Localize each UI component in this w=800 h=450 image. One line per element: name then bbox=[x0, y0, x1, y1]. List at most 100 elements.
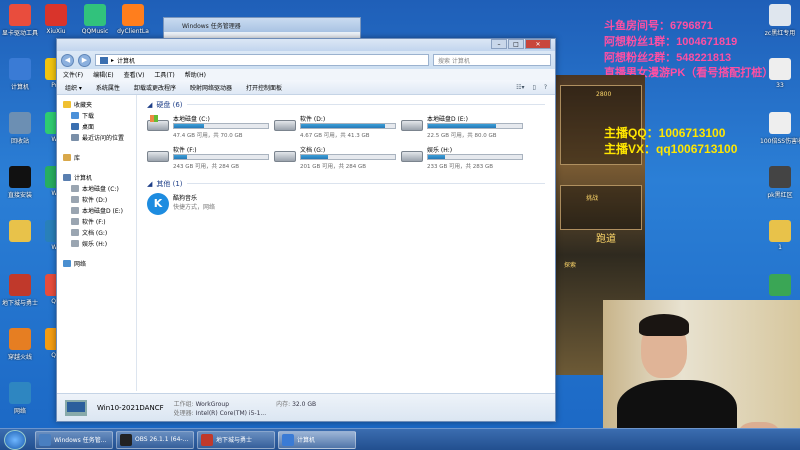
toolbar-button[interactable]: 系统属性 bbox=[96, 83, 120, 92]
desktop-app-icon bbox=[84, 4, 106, 26]
desktop-icon[interactable]: QQMusic bbox=[75, 4, 115, 35]
search-input[interactable]: 搜索 计算机 bbox=[433, 54, 551, 66]
drive-usage-bar bbox=[427, 154, 523, 160]
nav-item[interactable]: 文档 (G:) bbox=[63, 227, 136, 238]
drive-item[interactable]: 本地磁盘 (C:) 47.4 GB 可用，共 70.0 GB bbox=[147, 114, 274, 139]
explorer-titlebar[interactable]: – □ ✕ bbox=[57, 39, 555, 51]
desktop-icon[interactable]: 回收站 bbox=[0, 112, 40, 145]
nav-item[interactable]: 软件 (F:) bbox=[63, 216, 136, 227]
view-options-icon[interactable]: ☷▾ bbox=[516, 84, 524, 91]
command-bar: 组织 ▾ 系统属性 卸载或更改程序 映射网络驱动器 打开控制面板 ☷▾ ▯ ? bbox=[57, 80, 555, 95]
desktop-icon[interactable]: zc黑红专用 bbox=[760, 4, 800, 37]
nav-item[interactable]: 网络 bbox=[63, 258, 136, 269]
drive-name: 文档 (G:) bbox=[300, 147, 326, 154]
desktop-icon[interactable] bbox=[760, 274, 800, 298]
nav-item[interactable]: 本地磁盘 (C:) bbox=[63, 183, 136, 194]
menu-item[interactable]: 文件(F) bbox=[63, 70, 83, 79]
nav-item[interactable]: 桌面 bbox=[63, 121, 136, 132]
toolbar-button[interactable]: 组织 ▾ bbox=[65, 83, 82, 92]
hard-drive-icon bbox=[147, 115, 169, 131]
nav-item[interactable]: 收藏夹 bbox=[63, 99, 136, 110]
overlay-room-number: 斗鱼房间号：6796871 bbox=[604, 20, 713, 32]
drive-item[interactable]: 软件 (F:) 243 GB 可用，共 284 GB bbox=[147, 145, 274, 170]
desktop-icon[interactable]: 直接安装 bbox=[0, 166, 40, 199]
drive-item[interactable]: 软件 (D:) 4.67 GB 可用，共 41.3 GB bbox=[274, 114, 401, 139]
desktop-icon[interactable]: XiuXiu bbox=[36, 4, 76, 35]
desktop-icon[interactable]: 穿越火线 bbox=[0, 328, 40, 361]
app-name: 酷狗音乐 bbox=[173, 195, 198, 202]
memory-value: 32.0 GB bbox=[292, 400, 317, 408]
desktop-icon-label: 直接安装 bbox=[7, 192, 32, 199]
cpu-key: 处理器: bbox=[173, 409, 194, 417]
address-bar[interactable]: ▸ 计算机 bbox=[95, 54, 429, 66]
toolbar-button[interactable]: 映射网络驱动器 bbox=[190, 83, 232, 92]
nav-item-label: 文档 (G:) bbox=[82, 230, 108, 237]
drives-group-header[interactable]: ◢ 硬盘 (6) bbox=[147, 99, 545, 110]
menu-item[interactable]: 查看(V) bbox=[124, 70, 145, 79]
nav-item[interactable]: 下载 bbox=[63, 110, 136, 121]
taskbar-button[interactable]: OBS 26.1.1 (64-... bbox=[116, 430, 194, 449]
drive-item[interactable]: 文档 (G:) 201 GB 可用，共 284 GB bbox=[274, 145, 401, 170]
desktop-icon[interactable]: pk黑红区 bbox=[760, 166, 800, 199]
desktop-icon-label: dyClientLa bbox=[117, 28, 149, 35]
preview-pane-icon[interactable]: ▯ bbox=[533, 84, 536, 91]
hard-drive-icon bbox=[147, 151, 169, 162]
toolbar-button[interactable]: 打开控制面板 bbox=[246, 83, 282, 92]
menu-item[interactable]: 帮助(H) bbox=[185, 70, 206, 79]
taskbar-button[interactable]: Windows 任务管... bbox=[35, 430, 113, 449]
drives-group-label: 硬盘 (6) bbox=[156, 100, 183, 109]
drive-info: 文档 (G:) 201 GB 可用，共 284 GB bbox=[300, 145, 396, 170]
drive-usage-bar bbox=[173, 123, 269, 129]
minimize-button[interactable]: – bbox=[491, 39, 507, 49]
start-button[interactable] bbox=[4, 429, 26, 450]
nav-item[interactable]: 本地磁盘D (E:) bbox=[63, 205, 136, 216]
menu-item[interactable]: 编辑(E) bbox=[93, 70, 113, 79]
forward-button[interactable]: ▶ bbox=[78, 53, 91, 67]
desktop-icon[interactable]: 显卡驱动工具 bbox=[0, 4, 40, 37]
drives-grid: 本地磁盘 (C:) 47.4 GB 可用，共 70.0 GB 软件 (D:) 4.67… bbox=[147, 114, 545, 170]
desktop-app-icon bbox=[9, 58, 31, 80]
desktop-icon[interactable]: 1 bbox=[760, 220, 800, 251]
nav-item-icon bbox=[71, 218, 79, 225]
desktop-app-icon bbox=[9, 112, 31, 134]
maximize-button[interactable]: □ bbox=[508, 39, 524, 49]
overlay-fan-group-2: 阿想粉丝2群：548221813 bbox=[604, 52, 732, 64]
nav-item[interactable]: 库 bbox=[63, 152, 136, 163]
cpu-value: Intel(R) Core(TM) i5-1... bbox=[195, 409, 267, 417]
desktop-app-icon bbox=[769, 220, 791, 242]
nav-item[interactable]: 软件 (D:) bbox=[63, 194, 136, 205]
desktop-icon[interactable]: 地下城与勇士 bbox=[0, 274, 40, 307]
drive-item[interactable]: 本地磁盘D (E:) 22.5 GB 可用，共 80.0 GB bbox=[401, 114, 528, 139]
kugou-music-item[interactable]: K 酷狗音乐 快捷方式，网络 bbox=[147, 193, 545, 215]
desktop-app-icon bbox=[9, 220, 31, 242]
back-button[interactable]: ◀ bbox=[61, 53, 74, 67]
menu-item[interactable]: 工具(T) bbox=[154, 70, 174, 79]
other-group-label: 其他 (1) bbox=[156, 179, 183, 188]
desktop-icon[interactable]: dyClientLa bbox=[113, 4, 153, 35]
collapse-icon: ◢ bbox=[147, 179, 153, 188]
desktop-icon-label: 100倍SS伤害收益 bbox=[760, 138, 800, 145]
nav-item[interactable]: 最近访问的位置 bbox=[63, 132, 136, 143]
nav-item[interactable]: 娱乐 (H:) bbox=[63, 238, 136, 249]
explorer-window[interactable]: – □ ✕ ◀ ▶ ▸ 计算机 搜索 计算机 文件(F) 编辑(E) 查看(V) 工具… bbox=[56, 38, 556, 422]
drive-item[interactable]: 娱乐 (H:) 233 GB 可用，共 283 GB bbox=[401, 145, 528, 170]
drive-name: 软件 (F:) bbox=[173, 147, 197, 154]
nav-item-label: 网络 bbox=[74, 261, 87, 268]
desktop-icon[interactable] bbox=[0, 220, 40, 244]
help-icon[interactable]: ? bbox=[544, 84, 547, 91]
desktop-icon[interactable]: 计算机 bbox=[0, 58, 40, 91]
close-button[interactable]: ✕ bbox=[525, 39, 551, 49]
drive-usage-bar bbox=[427, 123, 523, 129]
toolbar-button[interactable]: 卸载或更改程序 bbox=[134, 83, 176, 92]
taskbar-button[interactable]: 计算机 bbox=[278, 430, 356, 449]
nav-item[interactable]: 计算机 bbox=[63, 172, 136, 183]
nav-item-icon bbox=[71, 123, 79, 130]
computer-icon bbox=[65, 399, 87, 416]
desktop-icon[interactable]: 100倍SS伤害收益 bbox=[760, 112, 800, 145]
drive-usage-fill bbox=[174, 155, 188, 159]
other-group-header[interactable]: ◢ 其他 (1) bbox=[147, 178, 545, 189]
desktop-icon[interactable]: 网络 bbox=[0, 382, 40, 415]
taskbar-button[interactable]: 地下城与勇士 bbox=[197, 430, 275, 449]
search-placeholder: 搜索 计算机 bbox=[438, 57, 470, 65]
address-row: ◀ ▶ ▸ 计算机 搜索 计算机 bbox=[57, 51, 555, 69]
